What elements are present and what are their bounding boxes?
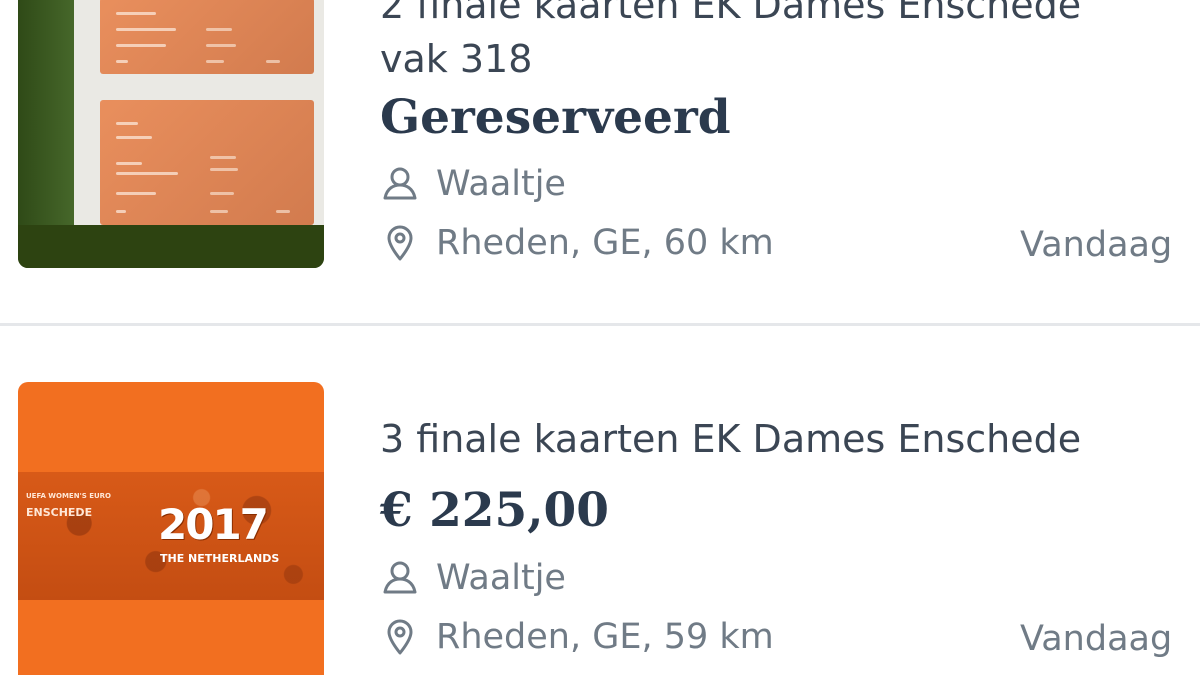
listing-price: € 225,00 [380, 483, 609, 538]
listing-title-line: 3 finale kaarten EK Dames Enschede [380, 417, 1082, 461]
listing-title-line: 2 finale kaarten EK Dames Enschede [380, 0, 1082, 27]
location-text: Rheden, GE, 59 km [436, 617, 774, 657]
listing-date: Vandaag [1020, 619, 1173, 659]
listing-item[interactable]: UEFA WOMEN'S EURO ENSCHEDE 2017 THE NETH… [0, 326, 1200, 675]
location-row: Rheden, GE, 60 km [380, 223, 774, 263]
location-row: Rheden, GE, 59 km [380, 617, 774, 657]
listing-date: Vandaag [1020, 225, 1173, 265]
listing-feed: 2 finale kaarten EK Dames Enschede vak 3… [0, 0, 1200, 675]
listing-item[interactable]: 2 finale kaarten EK Dames Enschede vak 3… [0, 0, 1200, 325]
listing-thumbnail[interactable]: UEFA WOMEN'S EURO ENSCHEDE 2017 THE NETH… [18, 382, 324, 675]
listing-title[interactable]: 3 finale kaarten EK Dames Enschede [380, 412, 1180, 466]
map-pin-icon [387, 619, 413, 655]
grass-background [18, 0, 74, 225]
seller-row: Waaltje [380, 558, 566, 598]
listing-thumbnail[interactable] [18, 0, 324, 268]
ticket-image [100, 0, 314, 74]
listing-title-line: vak 318 [380, 37, 533, 81]
user-icon [383, 561, 417, 594]
seller-row: Waaltje [380, 164, 566, 204]
euro-2017-banner: UEFA WOMEN'S EURO ENSCHEDE 2017 THE NETH… [18, 472, 324, 600]
map-pin-icon [387, 225, 413, 261]
location-text: Rheden, GE, 60 km [436, 223, 774, 263]
photo-footer [18, 225, 324, 268]
banner-city: ENSCHEDE [26, 506, 93, 519]
listing-price-status: Gereserveerd [380, 90, 731, 145]
banner-country: THE NETHERLANDS [160, 552, 280, 565]
ticket-sleeve [74, 0, 324, 225]
ticket-image [100, 100, 314, 225]
banner-year: 2017 [158, 500, 269, 549]
seller-name: Waaltje [436, 558, 566, 598]
listing-title[interactable]: 2 finale kaarten EK Dames Enschede vak 3… [380, 0, 1180, 86]
seller-name: Waaltje [436, 164, 566, 204]
banner-caption: UEFA WOMEN'S EURO [26, 492, 112, 500]
user-icon [383, 167, 417, 200]
